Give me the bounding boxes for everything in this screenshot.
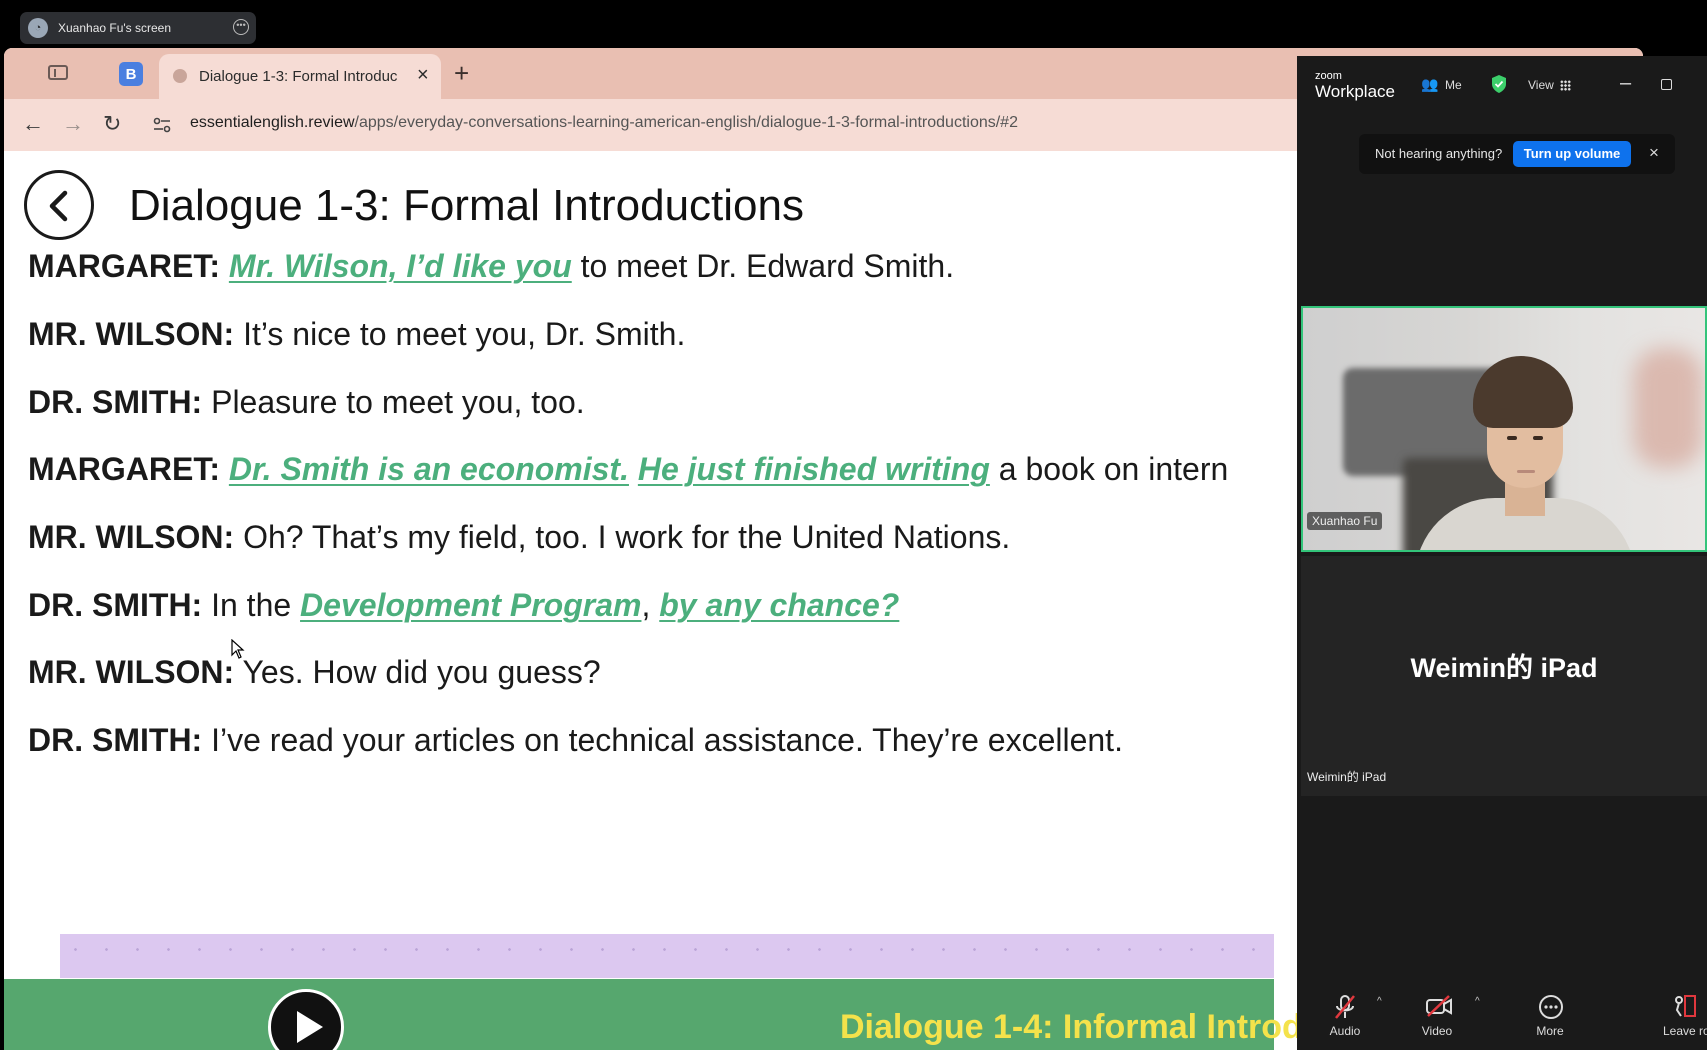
leave-label: Leave roo — [1663, 1024, 1707, 1038]
person-eye — [1507, 436, 1517, 440]
minimize-icon[interactable]: – — [1620, 72, 1631, 95]
person-mouth — [1517, 470, 1535, 473]
line-text: It’s nice to meet you, Dr. Smith. — [234, 316, 686, 352]
screen-share-indicator[interactable]: ◔ Xuanhao Fu's screen ••• — [20, 12, 256, 44]
audio-label: Audio — [1329, 1024, 1361, 1038]
video-label: Video — [1421, 1024, 1453, 1038]
play-icon — [297, 1011, 323, 1043]
tab-active[interactable]: Dialogue 1-3: Formal Introduc × — [159, 54, 441, 99]
dialogue-line: MR. WILSON: Oh? That’s my field, too. I … — [28, 519, 1010, 556]
dialogue-line: DR. SMITH: I’ve read your articles on te… — [28, 722, 1123, 759]
line-text: , — [641, 587, 660, 623]
participant-name-label: Weimin的 iPad — [1307, 770, 1387, 784]
speaker-name: DR. SMITH: — [28, 384, 203, 420]
site-settings-icon[interactable] — [152, 115, 172, 135]
meeting-controls: Audio ^ Video ^ More Leave roo — [1297, 988, 1707, 1050]
sidebar-toggle-icon[interactable] — [46, 62, 70, 82]
view-menu[interactable]: View — [1528, 78, 1554, 92]
more-icon — [1539, 995, 1563, 1019]
new-tab-icon[interactable]: + — [454, 58, 469, 89]
next-dialogue-banner[interactable]: Dialogue 1-4: Informal Introd — [4, 979, 1303, 1050]
highlight-phrase[interactable]: by any chance? — [659, 587, 899, 623]
turn-up-volume-button[interactable]: Turn up volume — [1513, 141, 1631, 167]
participant-tile-no-video[interactable]: Weimin的 iPad Weimin的 iPad — [1301, 556, 1707, 796]
audio-options-caret-icon[interactable]: ^ — [1377, 996, 1382, 1007]
leave-icon — [1675, 995, 1696, 1017]
more-options-icon[interactable]: ••• — [233, 19, 249, 35]
maximize-icon[interactable] — [1661, 79, 1672, 90]
line-text: to meet Dr. Edward Smith. — [571, 248, 955, 284]
url-host: essentialenglish.review — [190, 114, 355, 131]
zoom-logo: Workplace — [1315, 82, 1395, 101]
share-label: Xuanhao Fu's screen — [58, 21, 172, 35]
close-tab-icon[interactable]: × — [417, 64, 429, 87]
background-decor — [1633, 348, 1703, 468]
speaker-name: MARGARET: — [28, 248, 220, 284]
participant-display-name: Weimin的 iPad — [1410, 653, 1598, 683]
tab-title: Dialogue 1-3: Formal Introduc — [199, 68, 398, 85]
line-text: a book on intern — [989, 451, 1229, 487]
security-shield-icon[interactable] — [1490, 74, 1508, 94]
person-eye — [1533, 436, 1543, 440]
zoom-logo-small: zoom — [1315, 70, 1342, 82]
person-hair — [1473, 356, 1573, 428]
decorative-dots-bar — [60, 934, 1274, 978]
video-options-caret-icon[interactable]: ^ — [1475, 996, 1480, 1007]
dialogue-line: MARGARET: Dr. Smith is an economist. He … — [28, 451, 1228, 488]
forward-arrow-icon[interactable]: → — [62, 111, 84, 137]
reload-icon[interactable]: ↻ — [103, 111, 121, 137]
dialogue-line: MR. WILSON: Yes. How did you guess? — [28, 654, 601, 691]
speaker-name: MARGARET: — [28, 451, 220, 487]
close-icon[interactable]: × — [1649, 143, 1659, 163]
notice-text: Not hearing anything? — [1375, 146, 1503, 161]
page-title: Dialogue 1-3: Formal Introductions — [129, 181, 804, 230]
participants-icon[interactable]: 👥 — [1421, 76, 1438, 93]
user-avatar-icon: ◔ — [28, 18, 48, 38]
chevron-left-icon — [49, 190, 68, 222]
zoom-header: zoom Workplace 👥 Me View – — [1297, 56, 1707, 116]
play-button[interactable] — [268, 989, 344, 1050]
speaker-name: MR. WILSON: — [28, 316, 235, 352]
mic-muted-icon — [1335, 995, 1355, 1019]
meeting-menu[interactable]: Me — [1445, 78, 1462, 92]
highlight-phrase[interactable]: Development Program — [300, 587, 641, 623]
dialogue-line: MR. WILSON: It’s nice to meet you, Dr. S… — [28, 316, 685, 353]
line-text: Yes. How did you guess? — [234, 654, 601, 690]
speaker-name: MR. WILSON: — [28, 654, 235, 690]
speaker-name: DR. SMITH: — [28, 587, 203, 623]
back-button[interactable] — [24, 170, 94, 240]
profile-badge[interactable]: B — [119, 62, 143, 86]
speaker-name: MR. WILSON: — [28, 519, 235, 555]
favicon-icon — [173, 69, 187, 83]
participant-video-tile[interactable]: Xuanhao Fu — [1301, 306, 1707, 552]
next-dialogue-title[interactable]: Dialogue 1-4: Informal Introd — [840, 1008, 1303, 1047]
speaker-name: DR. SMITH: — [28, 722, 203, 758]
more-label: More — [1536, 1024, 1564, 1038]
highlight-phrase[interactable]: Mr. Wilson, I’d like you — [229, 248, 572, 284]
grid-view-icon[interactable] — [1560, 80, 1571, 91]
video-off-icon — [1426, 995, 1452, 1017]
zoom-panel: zoom Workplace 👥 Me View – Not hearing a… — [1297, 56, 1707, 1050]
highlight-phrase[interactable]: He just finished writing — [638, 451, 990, 487]
address-bar[interactable]: essentialenglish.review/apps/everyday-co… — [190, 114, 1018, 132]
dialogue-line: DR. SMITH: Pleasure to meet you, too. — [28, 384, 585, 421]
line-text: In the — [202, 587, 301, 623]
dialogue-line: MARGARET: Mr. Wilson, I’d like you to me… — [28, 248, 954, 285]
audio-notice: Not hearing anything? Turn up volume × — [1359, 134, 1675, 174]
dialogue-line: DR. SMITH: In the Development Program, b… — [28, 587, 899, 624]
line-text: Oh? That’s my field, too. I work for the… — [234, 519, 1011, 555]
participant-name-label: Xuanhao Fu — [1307, 512, 1383, 530]
page-content: Dialogue 1-3: Formal Introductions MARGA… — [4, 151, 1303, 1050]
url-path: /apps/everyday-conversations-learning-am… — [354, 114, 1018, 131]
mouse-cursor-icon — [231, 639, 245, 659]
back-arrow-icon[interactable]: ← — [22, 111, 44, 137]
line-text: I’ve read your articles on technical ass… — [202, 722, 1123, 758]
highlight-phrase[interactable]: Dr. Smith is an economist. — [229, 451, 629, 487]
line-text: Pleasure to meet you, too. — [202, 384, 585, 420]
